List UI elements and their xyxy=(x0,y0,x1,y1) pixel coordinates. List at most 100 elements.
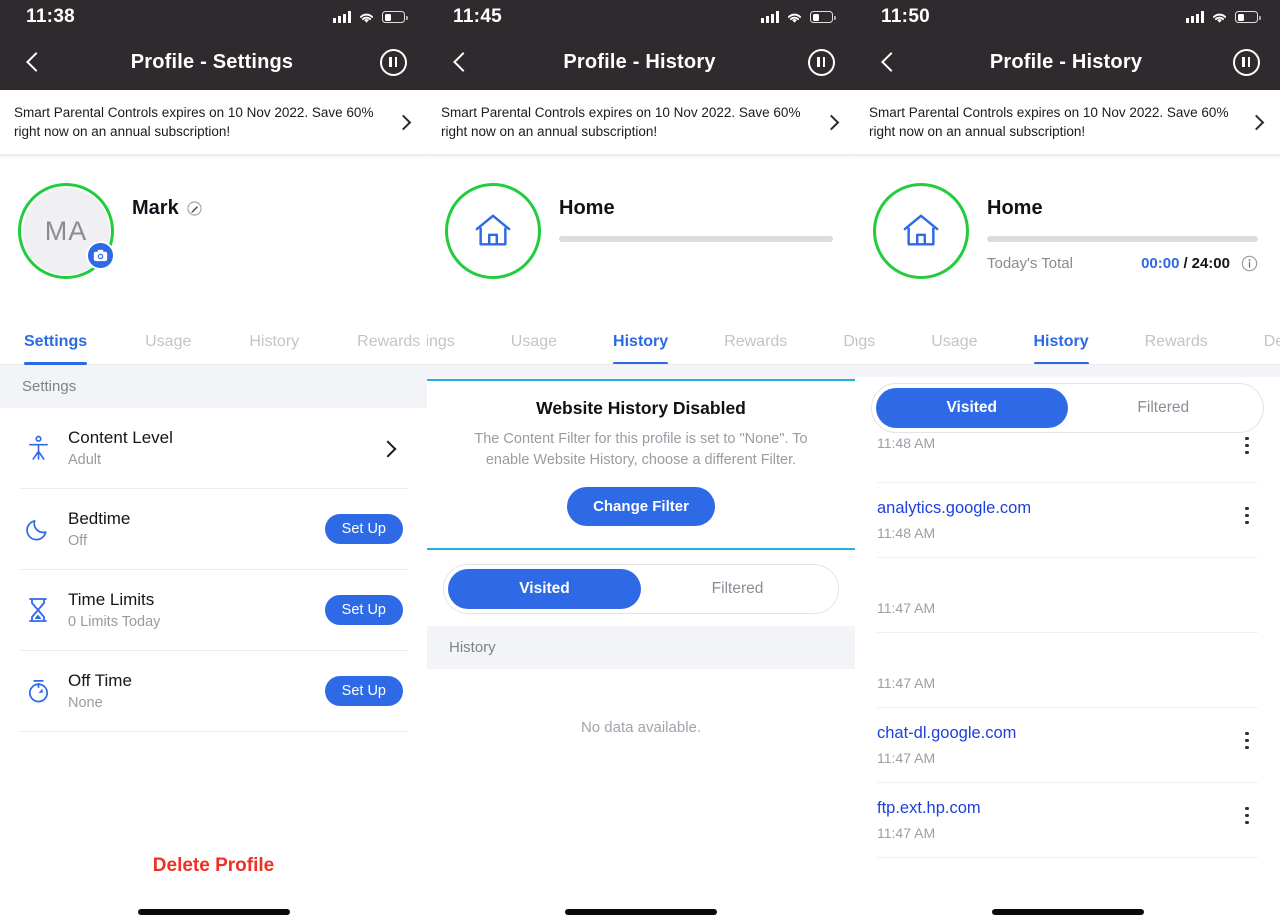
avatar[interactable] xyxy=(445,183,541,280)
setup-button-bedtime[interactable]: Set Up xyxy=(324,514,403,545)
tab-devices[interactable]: De xyxy=(1264,333,1280,364)
back-button[interactable] xyxy=(24,52,44,72)
todays-total-label: Today's Total xyxy=(987,255,1073,273)
history-time: 11:48 AM xyxy=(877,525,936,542)
pause-button[interactable] xyxy=(807,48,835,76)
profile-info: Home xyxy=(541,183,855,243)
history-url[interactable]: ftp.ext.hp.com xyxy=(877,799,981,819)
avatar[interactable] xyxy=(873,183,969,280)
status-clock: 11:45 xyxy=(453,6,503,27)
avatar[interactable]: MA xyxy=(18,183,115,280)
segment-option-visited[interactable]: Visited xyxy=(448,569,641,610)
list-item-subtitle: Adult xyxy=(68,452,102,469)
segment-option-visited[interactable]: Visited xyxy=(876,388,1068,429)
segment-option-filtered[interactable]: Filtered xyxy=(1068,388,1260,428)
promo-banner[interactable]: Smart Parental Controls expires on 10 No… xyxy=(427,90,855,156)
status-icons xyxy=(1186,11,1261,24)
list-item-title: Content Level xyxy=(68,428,173,448)
pause-button[interactable] xyxy=(379,48,407,76)
kebab-menu-icon[interactable] xyxy=(1236,429,1258,457)
kebab-menu-icon[interactable] xyxy=(1236,724,1258,752)
tab-usage[interactable]: Usage xyxy=(145,333,191,364)
kebab-menu-icon[interactable] xyxy=(1236,799,1258,827)
status-bar: 11:45 xyxy=(427,0,855,34)
list-item[interactable]: Time Limits 0 Limits Today Set Up xyxy=(20,570,407,652)
history-url[interactable]: analytics.google.com xyxy=(877,499,1031,519)
change-filter-button[interactable]: Change Filter xyxy=(567,487,715,527)
visited-filtered-segment[interactable]: Visited Filtered xyxy=(443,564,839,615)
status-icons xyxy=(333,11,408,24)
setup-button-time-limits[interactable]: Set Up xyxy=(324,595,403,626)
tab-rewards[interactable]: Rewards xyxy=(1145,333,1208,364)
table-row[interactable]: analytics.google.com 11:48 AM xyxy=(877,483,1258,559)
info-circle-icon[interactable] xyxy=(1241,255,1258,272)
list-item-subtitle: 0 Limits Today xyxy=(68,614,161,631)
list-item-subtitle: None xyxy=(68,695,103,712)
tab-settings[interactable]: tings xyxy=(427,333,455,364)
usage-progress-bar xyxy=(559,236,833,243)
tab-devices[interactable]: De xyxy=(843,333,855,364)
history-disabled-notice: Website History Disabled The Content Fil… xyxy=(427,379,855,551)
table-row[interactable]: 11:47 AM xyxy=(877,633,1258,709)
history-entry-text: ftp.ext.hp.com 11:47 AM xyxy=(877,799,981,841)
list-item-subtitle: Off xyxy=(68,533,88,550)
table-row[interactable]: chat-dl.google.com 11:47 AM xyxy=(877,708,1258,784)
list-item[interactable]: Content Level Adult xyxy=(20,408,407,490)
section-header-settings: Settings xyxy=(0,365,427,409)
kebab-menu-icon[interactable] xyxy=(1236,499,1258,527)
profile-header: MA Mark xyxy=(0,155,427,315)
promo-banner[interactable]: Smart Parental Controls expires on 10 No… xyxy=(0,90,427,156)
tab-usage[interactable]: Usage xyxy=(511,333,557,364)
tab-rewards[interactable]: Rewards xyxy=(724,333,787,364)
chevron-right-icon xyxy=(397,115,411,129)
page-title: Profile - History xyxy=(989,50,1143,73)
back-button[interactable] xyxy=(451,52,471,72)
profile-info: Home Today's Total 00:00/24:00 xyxy=(969,183,1280,272)
profile-name: Mark xyxy=(132,197,179,220)
delete-profile-button[interactable]: Delete Profile xyxy=(0,855,427,877)
list-item[interactable]: Bedtime Off Set Up xyxy=(20,489,407,571)
status-bar: 11:50 xyxy=(855,0,1280,34)
section-header-history: History xyxy=(427,626,855,670)
table-row[interactable]: ftp.ext.hp.com 11:47 AM xyxy=(877,783,1258,859)
tab-settings[interactable]: Detings xyxy=(855,333,875,364)
tab-rewards[interactable]: Rewards xyxy=(357,333,420,364)
pause-button[interactable] xyxy=(1232,48,1260,76)
segment-option-filtered[interactable]: Filtered xyxy=(641,569,834,609)
accessibility-person-icon xyxy=(24,435,52,461)
tab-settings[interactable]: Settings xyxy=(24,333,88,366)
panel-profile-settings: 11:38 Profile - Settings Smart Parental … xyxy=(0,0,427,923)
promo-text: Smart Parental Controls expires on 10 No… xyxy=(14,105,374,140)
promo-banner[interactable]: Smart Parental Controls expires on 10 No… xyxy=(855,90,1280,156)
tab-history[interactable]: History xyxy=(1033,333,1089,365)
edit-pencil-icon[interactable] xyxy=(187,201,202,216)
home-indicator xyxy=(565,909,717,915)
history-list: 11:48 AM analytics.google.com 11:48 AM 1… xyxy=(855,425,1280,859)
chevron-right-icon[interactable] xyxy=(381,441,395,455)
tab-history[interactable]: History xyxy=(613,333,669,365)
cellular-signal-icon xyxy=(333,11,351,23)
history-url[interactable]: chat-dl.google.com xyxy=(877,724,1016,744)
page-title: Profile - Settings xyxy=(130,50,294,73)
list-item-title: Off Time xyxy=(68,671,132,691)
promo-text: Smart Parental Controls expires on 10 No… xyxy=(869,105,1229,140)
tab-usage[interactable]: Usage xyxy=(931,333,977,364)
usage-progress-bar xyxy=(987,236,1258,243)
usage-separator: / xyxy=(1183,255,1188,273)
setup-button-off-time[interactable]: Set Up xyxy=(324,676,403,707)
home-indicator xyxy=(991,909,1144,915)
tab-history[interactable]: History xyxy=(249,333,299,364)
table-row[interactable]: 11:47 AM xyxy=(877,558,1258,634)
camera-icon[interactable] xyxy=(86,241,115,271)
status-clock: 11:50 xyxy=(881,6,931,27)
list-item-text: Off Time None xyxy=(68,671,309,711)
settings-list: Content Level Adult Bedtime Off Set Up T… xyxy=(0,408,427,733)
chevron-right-icon xyxy=(825,115,839,129)
tab-bar: tings Usage History Rewards De xyxy=(427,315,855,366)
history-time: 11:48 AM xyxy=(877,435,936,452)
table-row[interactable]: 11:48 AM xyxy=(877,425,1258,484)
back-button[interactable] xyxy=(879,52,899,72)
history-entry-text: 11:47 AM xyxy=(877,574,935,616)
stopwatch-icon xyxy=(24,678,52,704)
list-item[interactable]: Off Time None Set Up xyxy=(20,651,407,733)
